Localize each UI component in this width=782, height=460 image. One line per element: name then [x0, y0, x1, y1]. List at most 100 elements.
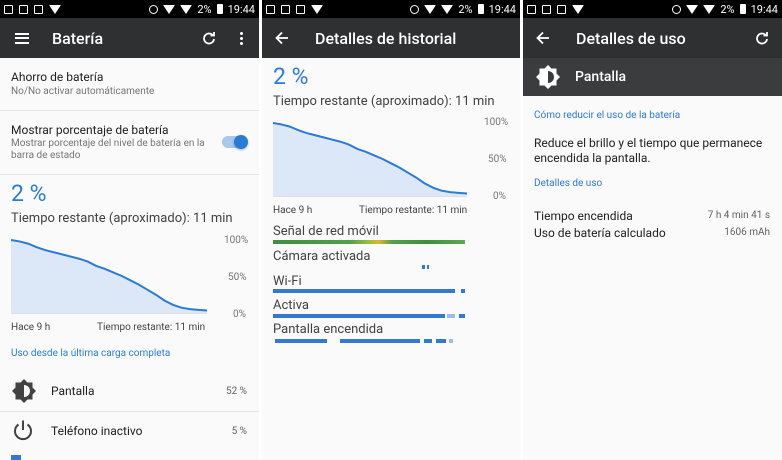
power-icon [14, 420, 32, 441]
image-icon [296, 4, 305, 14]
battery-level: 2 % [11, 180, 47, 207]
clock: 19:44 [488, 2, 516, 16]
wifi-icon [686, 4, 699, 14]
history-details-screen: 2% 19:44 Detalles de historial 2 % Tiemp… [262, 0, 520, 460]
history-label-camera: Cámara activada [273, 249, 371, 264]
notification-icon [281, 4, 290, 14]
page-title: Batería [52, 28, 104, 48]
history-segment [273, 289, 455, 293]
history-segment [436, 339, 446, 343]
page-title: Detalles de uso [576, 28, 686, 48]
overflow-menu-button[interactable] [227, 18, 255, 58]
arrow-back-icon [536, 31, 549, 45]
toggle-thumb [234, 135, 248, 149]
dnd-icon [672, 4, 682, 14]
battery-saver-subtitle: No/No activar automáticamente [11, 86, 155, 97]
dnd-icon [149, 4, 159, 14]
show-percentage-row[interactable]: Mostrar porcentaje de batería Mostrar po… [0, 111, 259, 174]
crown-icon [49, 4, 61, 14]
history-bar-signal [273, 240, 465, 244]
chart-area [273, 123, 467, 197]
status-bar: 2% 19:44 [523, 0, 782, 18]
detail-value-battery-used: 1606 mAh [724, 227, 770, 238]
gmail-icon [527, 4, 536, 14]
remaining-time: Tiempo restante (aproximado): 11 min [273, 94, 495, 109]
clock: 19:44 [227, 2, 255, 16]
crown-icon [311, 4, 323, 14]
image-icon [34, 4, 43, 14]
history-segment [449, 339, 453, 343]
history-segment [459, 314, 465, 318]
signal-icon [703, 4, 716, 14]
history-label-signal: Señal de red móvil [273, 224, 379, 239]
history-label-wifi: Wi-Fi [273, 274, 302, 289]
battery-percent: 2% [197, 2, 212, 16]
toolbar: Detalles de uso [523, 18, 782, 58]
usage-details-screen: 2% 19:44 Detalles de uso Pantalla Cómo r… [523, 0, 782, 460]
usage-item-screen[interactable]: Pantalla 52 % [0, 371, 259, 411]
battery-chart-svg [273, 122, 467, 197]
refresh-button[interactable] [744, 18, 780, 58]
wifi-icon [424, 4, 437, 14]
history-segment [447, 314, 455, 318]
signal-icon [180, 4, 193, 14]
toolbar: Batería [0, 18, 259, 58]
usage-item-idle[interactable]: Teléfono inactivo 5 % [0, 411, 259, 451]
usage-item-label: Pantalla [51, 384, 95, 398]
hamburger-icon [15, 32, 29, 44]
notification-icon [19, 4, 28, 14]
chart-area [11, 240, 207, 314]
refresh-button[interactable] [191, 18, 227, 58]
detail-label-battery-used: Uso de batería calculado [534, 226, 666, 240]
usage-header: Uso desde la última carga completa [11, 348, 171, 359]
chart-tick-100: 100% [484, 117, 509, 128]
app-header: Pantalla [523, 58, 782, 96]
next-item-icon [11, 455, 21, 460]
image-icon [557, 4, 566, 14]
usage-item-label: Teléfono inactivo [51, 424, 143, 438]
history-bar-wifi [273, 289, 465, 293]
chart-tick-100: 100% [224, 235, 249, 246]
brightness-icon [12, 379, 36, 403]
refresh-icon [756, 32, 768, 45]
back-button[interactable] [525, 18, 561, 58]
detail-label-screen-time: Tiempo encendida [534, 209, 633, 223]
battery-icon [739, 4, 746, 14]
history-bar-screen [273, 339, 465, 343]
history-segment [427, 265, 429, 269]
page-title: Detalles de historial [315, 28, 457, 48]
reduce-usage-link[interactable]: Cómo reducir el uso de la batería [534, 110, 680, 121]
show-percentage-toggle[interactable] [222, 135, 248, 149]
toolbar: Detalles de historial [262, 18, 520, 58]
battery-saver-row[interactable]: Ahorro de batería No/No activar automáti… [0, 58, 259, 110]
status-bar: 2% 19:44 [0, 0, 259, 18]
battery-chart [273, 121, 467, 197]
detail-value-screen-time: 7 h 4 min 41 s [707, 210, 770, 221]
app-header-title: Pantalla [575, 69, 627, 85]
history-segment [424, 339, 432, 343]
chart-tick-0: 0% [233, 309, 246, 320]
menu-button[interactable] [4, 18, 40, 58]
history-label-screen: Pantalla encendida [273, 322, 384, 337]
chart-end-label: Tiempo restante: 11 min [97, 322, 206, 333]
status-bar: 2% 19:44 [262, 0, 520, 18]
chart-tick-0: 0% [493, 191, 506, 202]
battery-percent: 2% [720, 2, 735, 16]
wifi-icon [163, 4, 176, 14]
chart-end-label: Tiempo restante: 11 min [359, 205, 468, 216]
history-label-active: Activa [273, 298, 309, 313]
history-segment [340, 339, 420, 343]
more-vert-icon [239, 31, 243, 45]
reduce-usage-text: Reduce el brillo y el tiempo que permane… [534, 136, 763, 165]
back-button[interactable] [264, 18, 300, 58]
clock: 19:44 [750, 2, 778, 16]
history-segment [461, 289, 465, 293]
history-segment [422, 265, 425, 269]
brightness-icon [536, 65, 560, 89]
chart-tick-50: 50% [488, 154, 507, 165]
battery-chart [11, 238, 207, 314]
refresh-icon [203, 32, 215, 45]
notification-icon [542, 4, 551, 14]
show-percentage-subtitle: Mostrar porcentaje del nivel de batería … [11, 138, 205, 161]
gmail-icon [4, 4, 13, 14]
